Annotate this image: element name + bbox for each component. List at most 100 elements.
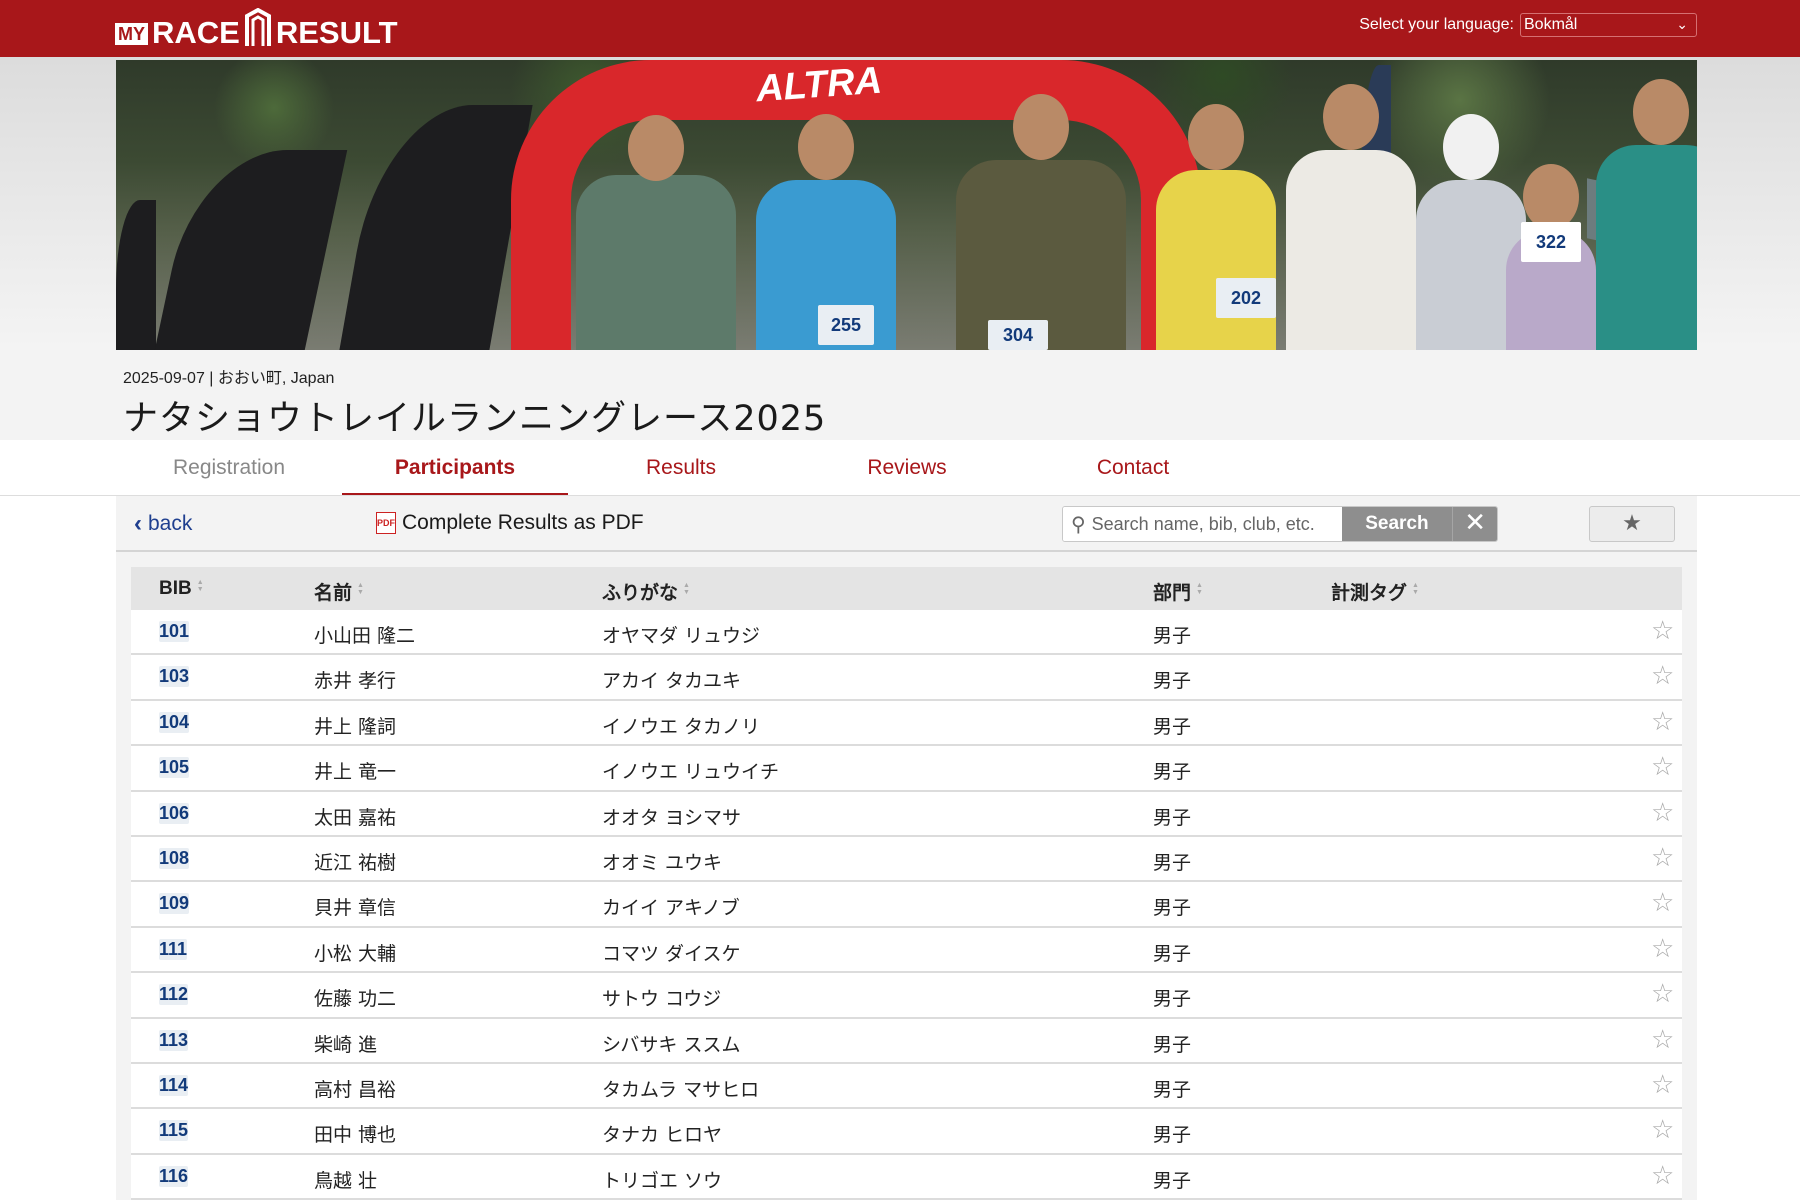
tab-results[interactable]: Results bbox=[568, 440, 794, 496]
arch-text: ALTRA bbox=[754, 60, 884, 111]
back-label: back bbox=[148, 512, 193, 535]
kana-cell: シバサキ ススム bbox=[602, 1033, 741, 1056]
division-cell: 男子 bbox=[1153, 988, 1192, 1011]
clear-search-button[interactable]: ✕ bbox=[1452, 507, 1497, 541]
division-cell: 男子 bbox=[1153, 1169, 1192, 1192]
chevron-left-icon: ‹ bbox=[134, 510, 142, 537]
column-header-label: 名前 bbox=[314, 583, 353, 604]
event-date-location: 2025-09-07 | おおい町, Japan bbox=[123, 370, 335, 387]
runner bbox=[576, 115, 736, 350]
kana-cell: サトウ コウジ bbox=[602, 988, 722, 1011]
column-header-division[interactable]: 部門 ▲ ▼ bbox=[1153, 578, 1203, 605]
column-header-label: 部門 bbox=[1153, 583, 1192, 604]
favorite-star-icon[interactable]: ☆ bbox=[1651, 616, 1674, 646]
search-button[interactable]: Search bbox=[1341, 507, 1453, 541]
column-header-kana[interactable]: ふりがな ▲ ▼ bbox=[602, 578, 690, 605]
bib-cell: 115 bbox=[159, 1120, 189, 1142]
favorite-star-icon[interactable]: ☆ bbox=[1651, 979, 1674, 1009]
bib-cell: 104 bbox=[159, 711, 190, 733]
table-row[interactable]: 105 井上 竜一 イノウエ リュウイチ 男子 ☆ bbox=[131, 746, 1682, 792]
favorite-star-icon[interactable]: ☆ bbox=[1651, 1161, 1674, 1191]
column-header-label: ふりがな bbox=[602, 583, 679, 604]
pdf-download-link[interactable]: PDF Complete Results as PDF bbox=[376, 511, 644, 535]
tab-contact[interactable]: Contact bbox=[1020, 440, 1246, 496]
runner bbox=[1596, 79, 1697, 350]
top-bar: MY RACE RESULT Select your language: Bok… bbox=[0, 0, 1800, 57]
table-row[interactable]: 113 柴崎 進 シバサキ ススム 男子 ☆ bbox=[131, 1018, 1682, 1064]
table-row[interactable]: 114 高村 昌裕 タカムラ マサヒロ 男子 ☆ bbox=[131, 1063, 1682, 1110]
toolbar: ‹ back PDF Complete Results as PDF ⚲ Sea… bbox=[116, 496, 1697, 552]
table-row[interactable]: 101 小山田 隆二 オヤマダ リュウジ 男子 ☆ bbox=[131, 610, 1682, 656]
favorite-star-icon[interactable]: ☆ bbox=[1651, 707, 1674, 737]
name-cell: 高村 昌裕 bbox=[314, 1078, 397, 1101]
division-cell: 男子 bbox=[1153, 851, 1192, 874]
table-row[interactable]: 104 井上 隆詞 イノウエ タカノリ 男子 ☆ bbox=[131, 700, 1682, 747]
table-row[interactable]: 116 鳥越 壮 トリゴエ ソウ 男子 ☆ bbox=[131, 1154, 1682, 1200]
bib-cell: 112 bbox=[159, 984, 189, 1006]
tab-registration[interactable]: Registration bbox=[116, 440, 342, 496]
table-row[interactable]: 108 近江 祐樹 オオミ ユウキ 男子 ☆ bbox=[131, 836, 1682, 883]
favorite-star-icon[interactable]: ☆ bbox=[1651, 888, 1674, 918]
search-input[interactable] bbox=[1091, 513, 1342, 535]
table-row[interactable]: 106 太田 嘉祐 オオタ ヨシマサ 男子 ☆ bbox=[131, 791, 1682, 837]
bib-cell: 108 bbox=[159, 847, 190, 869]
table-row[interactable]: 112 佐藤 功二 サトウ コウジ 男子 ☆ bbox=[131, 973, 1682, 1019]
column-header-tag[interactable]: 計測タグ ▲ ▼ bbox=[1331, 578, 1419, 605]
language-select[interactable]: Bokmål ⌄ bbox=[1520, 13, 1697, 37]
favorite-star-icon[interactable]: ☆ bbox=[1651, 934, 1674, 964]
name-cell: 佐藤 功二 bbox=[314, 988, 397, 1011]
division-cell: 男子 bbox=[1153, 1124, 1192, 1147]
kana-cell: タナカ ヒロヤ bbox=[602, 1124, 723, 1147]
table-row[interactable]: 111 小松 大輔 コマツ ダイスケ 男子 ☆ bbox=[131, 927, 1682, 974]
kana-cell: トリゴエ ソウ bbox=[602, 1169, 723, 1192]
division-cell: 男子 bbox=[1153, 897, 1192, 920]
language-selector: Select your language: Bokmål ⌄ bbox=[1359, 13, 1697, 37]
bib-cell: 103 bbox=[159, 666, 190, 688]
logo-my: MY bbox=[115, 23, 148, 45]
division-cell: 男子 bbox=[1153, 715, 1192, 738]
name-cell: 柴崎 進 bbox=[314, 1033, 378, 1056]
back-link[interactable]: ‹ back bbox=[134, 510, 192, 538]
division-cell: 男子 bbox=[1153, 625, 1192, 647]
tab-reviews[interactable]: Reviews bbox=[794, 440, 1020, 496]
event-tabs: Registration Participants Results Review… bbox=[116, 440, 1697, 496]
kana-cell: タカムラ マサヒロ bbox=[602, 1078, 760, 1101]
name-cell: 貝井 章信 bbox=[314, 897, 397, 920]
runner bbox=[1156, 104, 1276, 350]
favorites-filter-button[interactable]: ★ bbox=[1589, 506, 1675, 542]
bib-cell: 105 bbox=[159, 757, 190, 779]
column-header-label: 計測タグ bbox=[1331, 583, 1408, 604]
favorite-star-icon[interactable]: ☆ bbox=[1651, 843, 1674, 873]
table-row[interactable]: 103 赤井 孝行 アカイ タカユキ 男子 ☆ bbox=[131, 655, 1682, 701]
column-header-name[interactable]: 名前 ▲ ▼ bbox=[314, 578, 364, 605]
my-race-result-logo[interactable]: MY RACE RESULT bbox=[115, 8, 398, 52]
favorite-star-icon[interactable]: ☆ bbox=[1651, 1025, 1674, 1055]
table-body: 101 小山田 隆二 オヤマダ リュウジ 男子 ☆ 103 赤井 孝行 アカイ タカユキ 男子 ☆… bbox=[131, 610, 1682, 1200]
sort-icon: ▲ ▼ bbox=[357, 581, 364, 596]
language-value: Bokmål bbox=[1524, 16, 1578, 33]
division-cell: 男子 bbox=[1153, 942, 1192, 965]
name-cell: 小松 大輔 bbox=[314, 942, 397, 965]
logo-result: RESULT bbox=[275, 15, 398, 50]
name-cell: 近江 祐樹 bbox=[314, 851, 397, 874]
favorite-star-icon[interactable]: ☆ bbox=[1651, 798, 1674, 828]
sort-icon: ▲ ▼ bbox=[683, 581, 690, 596]
table-row[interactable]: 115 田中 博也 タナカ ヒロヤ 男子 ☆ bbox=[131, 1109, 1682, 1155]
logo-race: RACE bbox=[152, 15, 240, 50]
bib-cell: 106 bbox=[159, 802, 190, 824]
table-row[interactable]: 109 貝井 章信 カイイ アキノブ 男子 ☆ bbox=[131, 882, 1682, 928]
favorite-star-icon[interactable]: ☆ bbox=[1651, 1115, 1674, 1145]
name-cell: 赤井 孝行 bbox=[314, 670, 397, 693]
favorite-star-icon[interactable]: ☆ bbox=[1651, 752, 1674, 782]
kana-cell: カイイ アキノブ bbox=[602, 897, 740, 920]
favorite-star-icon[interactable]: ☆ bbox=[1651, 1070, 1674, 1100]
division-cell: 男子 bbox=[1153, 806, 1192, 829]
favorite-star-icon[interactable]: ☆ bbox=[1651, 661, 1674, 691]
table-header: BIB ▲ ▼ 名前 ▲ ▼ ふりがな ▲ ▼ 部門 ▲ ▼ 計測タグ ▲ ▼ bbox=[131, 567, 1682, 610]
bib-cell: 101 bbox=[159, 621, 190, 642]
race-bib: 202 bbox=[1216, 278, 1276, 318]
pdf-icon: PDF bbox=[376, 512, 396, 534]
column-header-bib[interactable]: BIB ▲ ▼ bbox=[159, 578, 204, 600]
event-title: ナタショウトレイルランニングレース2025 bbox=[123, 399, 827, 439]
tab-participants[interactable]: Participants bbox=[342, 440, 568, 496]
